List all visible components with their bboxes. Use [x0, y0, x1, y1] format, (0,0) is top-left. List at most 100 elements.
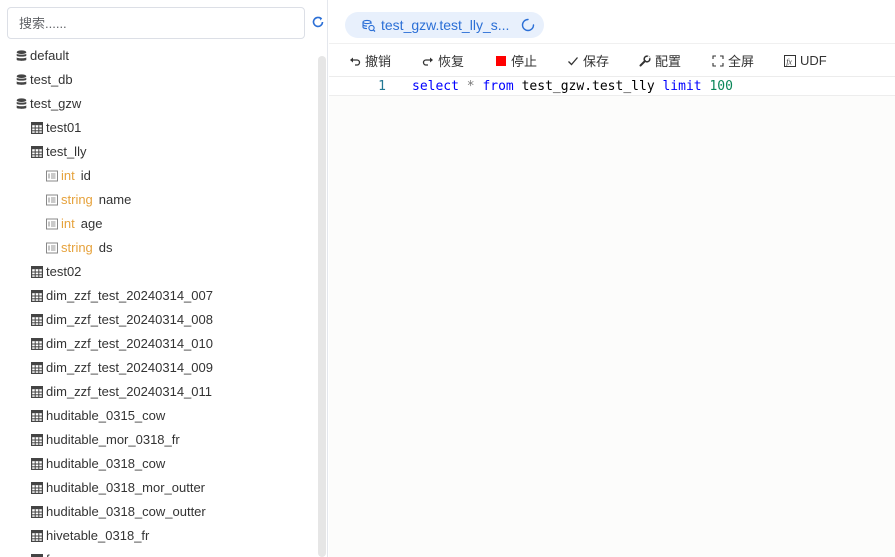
column-type: string	[61, 192, 93, 207]
tree-node-label: dim_zzf_test_20240314_008	[46, 312, 213, 327]
tree-node-table[interactable]: huditable_0318_cow_outter	[0, 500, 318, 524]
tree-node-label: id	[80, 168, 91, 183]
identifier-token: test_gzw.test_lly	[513, 79, 663, 94]
tree-node-table[interactable]: dim_zzf_test_20240314_008	[0, 308, 318, 332]
line-code[interactable]: select * from test_gzw.test_lly limit 10…	[412, 77, 733, 96]
table-icon	[31, 458, 43, 470]
redo-label: 恢复	[438, 54, 465, 69]
search-box[interactable]	[7, 7, 305, 39]
tab-bar: test_gzw.test_lly_s...	[329, 0, 895, 44]
table-icon	[31, 506, 43, 518]
tab-query[interactable]: test_gzw.test_lly_s...	[345, 12, 544, 38]
tree-node-table[interactable]: test_lly	[0, 140, 318, 164]
redo-button[interactable]: 恢复	[422, 44, 464, 77]
tree-node-label: name	[98, 192, 132, 207]
stop-label: 停止	[511, 54, 538, 69]
tree-node-label: ds	[98, 240, 113, 255]
tree-node-label: huditable_mor_0318_fr	[46, 432, 180, 447]
table-icon	[31, 482, 43, 494]
tab-title: test_gzw.test_lly_s...	[381, 17, 510, 33]
tree-node-table[interactable]: hivetable_0318_fr	[0, 524, 318, 548]
tree-node-label: dim_zzf_test_20240314_011	[46, 384, 212, 399]
save-button[interactable]: 保存	[567, 44, 609, 77]
fullscreen-button[interactable]: 全屏	[712, 44, 754, 77]
tree-node-label: f...	[46, 548, 60, 557]
tree-scrollbar[interactable]	[318, 56, 326, 557]
database-icon	[15, 50, 27, 62]
function-icon: fx	[784, 54, 796, 67]
column-icon	[46, 194, 58, 206]
database-icon	[15, 74, 27, 86]
table-icon	[31, 386, 43, 398]
editor-area: test_gzw.test_lly_s... 撤销 恢复 停止 保存 配置 全屏…	[329, 0, 895, 557]
number-token: 100	[709, 79, 733, 94]
check-icon	[567, 55, 579, 67]
tree-node-label: dim_zzf_test_20240314_010	[46, 336, 213, 351]
sql-editor[interactable]: 1 select * from test_gzw.test_lly limit …	[329, 77, 895, 557]
save-label: 保存	[583, 54, 610, 69]
tree-node-table[interactable]: dim_zzf_test_20240314_010	[0, 332, 318, 356]
stop-icon	[495, 55, 507, 67]
tree-node-column[interactable]: int age	[0, 212, 318, 236]
tree-node-column[interactable]: string ds	[0, 236, 318, 260]
editor-line[interactable]: 1 select * from test_gzw.test_lly limit …	[329, 77, 895, 96]
tree-node-table[interactable]: huditable_0318_cow	[0, 452, 318, 476]
column-icon	[46, 170, 58, 182]
tree-node-table[interactable]: f...	[0, 548, 318, 557]
tree-node-column[interactable]: int id	[0, 164, 318, 188]
udf-label: UDF	[800, 53, 827, 68]
tree-node-label: huditable_0318_cow	[46, 456, 166, 471]
tree-node-table[interactable]: huditable_mor_0318_fr	[0, 428, 318, 452]
column-icon	[46, 218, 58, 230]
tree-node-label: dim_zzf_test_20240314_007	[46, 288, 213, 303]
tree-node-database[interactable]: test_gzw	[0, 92, 318, 116]
keyword-token: limit	[662, 79, 702, 94]
tree-node-table[interactable]: test02	[0, 260, 318, 284]
table-icon	[31, 434, 43, 446]
loading-spinner-icon	[521, 18, 535, 32]
refresh-icon[interactable]	[311, 15, 325, 29]
tree-node-label: test01	[46, 120, 82, 135]
table-icon	[31, 266, 43, 278]
wrench-icon	[639, 54, 651, 67]
table-icon	[31, 362, 43, 374]
column-type: int	[61, 168, 75, 183]
tree-node-label: test_lly	[46, 144, 87, 159]
schema-tree: default test_db test_gzw test01 test_lly int i…	[0, 44, 318, 557]
tree-node-column[interactable]: string name	[0, 188, 318, 212]
tree-node-label: test_db	[30, 72, 73, 87]
editor-toolbar: 撤销 恢复 停止 保存 配置 全屏 fx UDF	[329, 44, 895, 77]
svg-text:fx: fx	[786, 57, 792, 66]
table-icon	[31, 530, 43, 542]
tree-node-database[interactable]: test_db	[0, 68, 318, 92]
tree-node-label: dim_zzf_test_20240314_009	[46, 360, 213, 375]
fullscreen-icon	[712, 54, 724, 67]
tree-node-database[interactable]: default	[0, 44, 318, 68]
tree-node-label: huditable_0318_cow_outter	[46, 504, 206, 519]
stop-button[interactable]: 停止	[495, 44, 537, 77]
tree-node-table[interactable]: dim_zzf_test_20240314_007	[0, 284, 318, 308]
tree-node-table[interactable]: test01	[0, 116, 318, 140]
table-icon	[31, 290, 43, 302]
operator-token: *	[466, 79, 475, 94]
undo-button[interactable]: 撤销	[349, 44, 391, 77]
column-type: string	[61, 240, 93, 255]
keyword-token: from	[482, 79, 514, 94]
tree-node-table[interactable]: dim_zzf_test_20240314_009	[0, 356, 318, 380]
config-button[interactable]: 配置	[639, 44, 681, 77]
table-icon	[31, 146, 43, 158]
search-input[interactable]	[8, 8, 304, 38]
tree-node-table[interactable]: dim_zzf_test_20240314_011	[0, 380, 318, 404]
redo-icon	[422, 55, 434, 67]
tree-node-table[interactable]: huditable_0315_cow	[0, 404, 318, 428]
udf-button[interactable]: fx UDF	[784, 44, 827, 77]
tree-node-label: hivetable_0318_fr	[46, 528, 150, 543]
line-number: 1	[378, 79, 386, 94]
tree-node-table[interactable]: huditable_0318_mor_outter	[0, 476, 318, 500]
tree-node-label: huditable_0315_cow	[46, 408, 166, 423]
tree-node-label: default	[30, 48, 70, 63]
undo-icon	[349, 55, 361, 67]
query-icon	[361, 18, 376, 33]
schema-panel: defaulttest_dbtest_gzwtest01test_llyinti…	[0, 0, 328, 557]
table-icon	[31, 410, 43, 422]
